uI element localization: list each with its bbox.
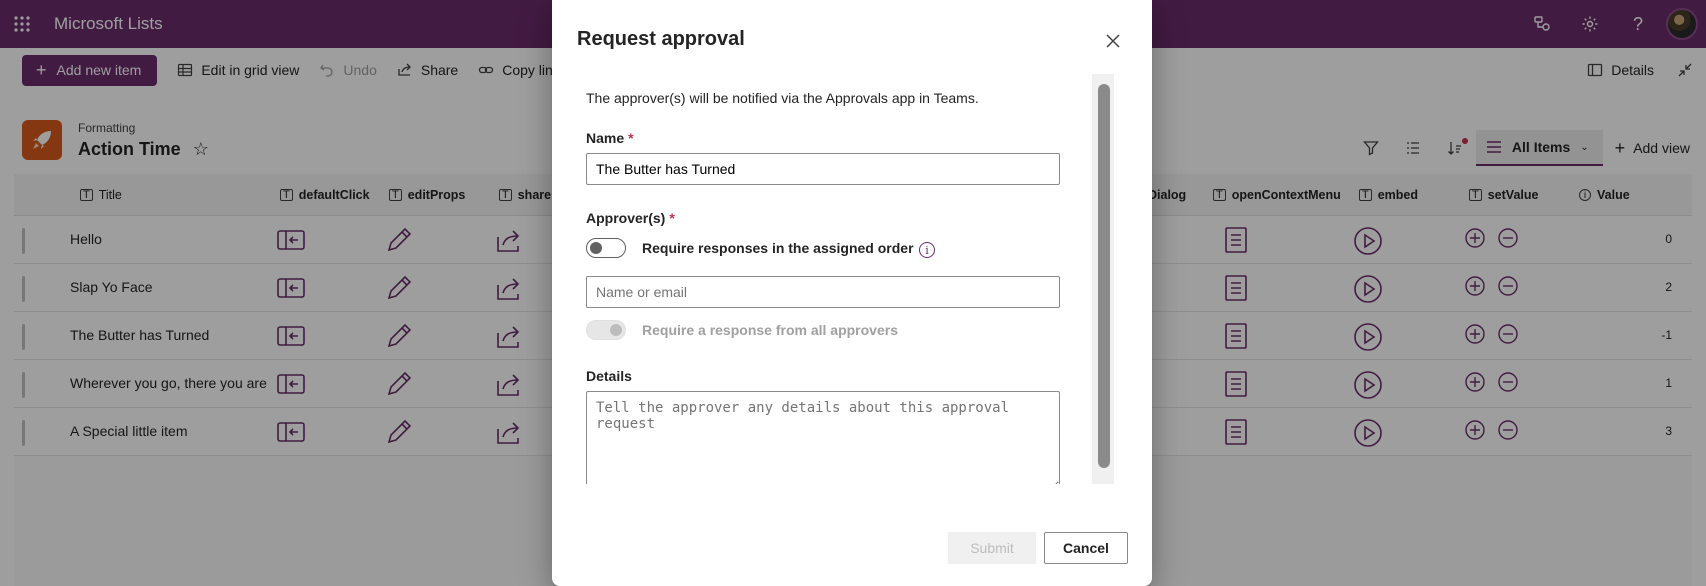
approvers-field-label: Approver(s) *: [586, 210, 675, 226]
approvers-label-text: Approver(s): [586, 210, 666, 226]
approver-email-input[interactable]: [586, 276, 1060, 308]
assigned-order-label: Require responses in the assigned order: [642, 240, 914, 256]
toggle-knob: [610, 324, 622, 336]
close-icon[interactable]: [1102, 30, 1124, 52]
dialog-body[interactable]: The approver(s) will be notified via the…: [586, 74, 1066, 484]
all-approvers-toggle: [586, 320, 626, 340]
dialog-title: Request approval: [577, 28, 745, 50]
required-mark: *: [669, 210, 675, 226]
required-mark: *: [628, 130, 634, 146]
all-approvers-label: Require a response from all approvers: [642, 322, 898, 338]
request-approval-dialog: Request approval The approver(s) will be…: [552, 0, 1152, 586]
cancel-button[interactable]: Cancel: [1044, 532, 1128, 564]
details-textarea[interactable]: [586, 391, 1060, 484]
name-label-text: Name: [586, 130, 625, 146]
assigned-order-toggle[interactable]: [586, 238, 626, 258]
details-field-label: Details: [586, 368, 632, 384]
dialog-notice: The approver(s) will be notified via the…: [586, 90, 979, 106]
info-icon[interactable]: i: [919, 242, 935, 258]
scrollbar-thumb[interactable]: [1098, 84, 1110, 468]
name-field-label: Name *: [586, 130, 634, 146]
name-field[interactable]: [586, 153, 1060, 185]
toggle-knob: [590, 242, 602, 254]
submit-button[interactable]: Submit: [948, 532, 1036, 564]
